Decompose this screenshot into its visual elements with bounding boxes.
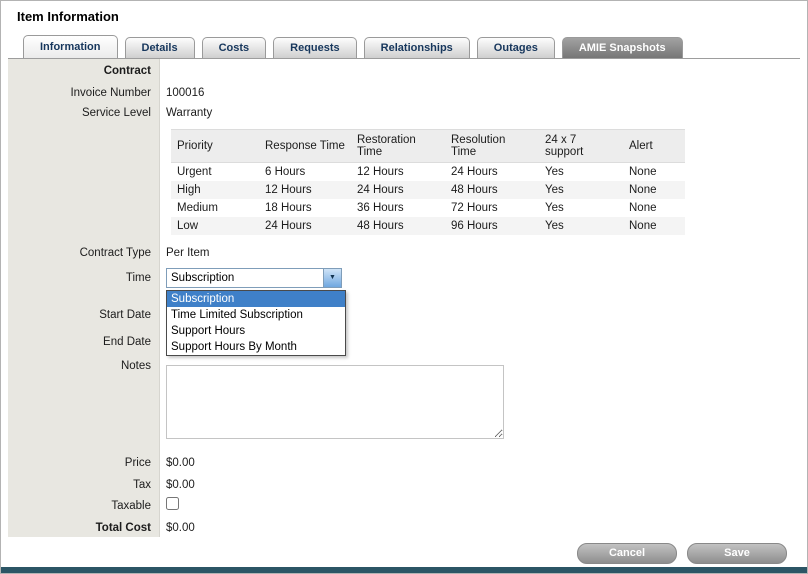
tab-bar: Information Details Costs Requests Relat… bbox=[1, 33, 807, 58]
sla-cell: High bbox=[171, 181, 259, 199]
total-cost-value: $0.00 bbox=[166, 522, 195, 534]
tax-value: $0.00 bbox=[166, 479, 195, 491]
sla-cell: 12 Hours bbox=[259, 181, 351, 199]
price-value: $0.00 bbox=[166, 457, 195, 469]
sla-header: Response Time bbox=[259, 130, 351, 163]
contract-type-label: Contract Type bbox=[8, 247, 151, 259]
footer-bar: Cancel Save bbox=[1, 537, 807, 569]
sla-cell: Low bbox=[171, 217, 259, 235]
sla-cell: 72 Hours bbox=[445, 199, 539, 217]
dropdown-option-support-hours-by-month[interactable]: Support Hours By Month bbox=[167, 339, 345, 355]
sla-header: Alert bbox=[623, 130, 685, 163]
sla-header: 24 x 7 support bbox=[539, 130, 623, 163]
title-bar: Item Information bbox=[1, 1, 807, 33]
sla-cell: None bbox=[623, 199, 685, 217]
sla-header: Restoration Time bbox=[351, 130, 445, 163]
sla-cell: None bbox=[623, 163, 685, 182]
tax-label: Tax bbox=[8, 479, 151, 491]
cancel-button[interactable]: Cancel bbox=[577, 543, 677, 564]
sla-cell: 24 Hours bbox=[445, 163, 539, 182]
sla-cell: 96 Hours bbox=[445, 217, 539, 235]
sla-row: High 12 Hours 24 Hours 48 Hours Yes None bbox=[171, 181, 685, 199]
tab-costs[interactable]: Costs bbox=[202, 37, 267, 58]
section-header-contract: Contract bbox=[8, 65, 151, 77]
sla-cell: 48 Hours bbox=[445, 181, 539, 199]
time-select-value: Subscription bbox=[171, 269, 234, 287]
time-select-dropdown: Subscription Time Limited Subscription S… bbox=[166, 290, 346, 356]
save-button[interactable]: Save bbox=[687, 543, 787, 564]
tab-information[interactable]: Information bbox=[23, 35, 118, 58]
sla-cell: 24 Hours bbox=[259, 217, 351, 235]
sla-row: Urgent 6 Hours 12 Hours 24 Hours Yes Non… bbox=[171, 163, 685, 182]
sla-header-row: Priority Response Time Restoration Time … bbox=[171, 130, 685, 163]
time-select[interactable]: Subscription ▼ bbox=[166, 268, 342, 288]
chevron-down-icon[interactable]: ▼ bbox=[323, 269, 341, 287]
sla-cell: None bbox=[623, 181, 685, 199]
taxable-label: Taxable bbox=[8, 500, 151, 512]
sla-cell: 36 Hours bbox=[351, 199, 445, 217]
sla-cell: 12 Hours bbox=[351, 163, 445, 182]
notes-label: Notes bbox=[8, 360, 151, 372]
end-date-label: End Date bbox=[8, 336, 151, 348]
sla-cell: Urgent bbox=[171, 163, 259, 182]
dropdown-option-time-limited-subscription[interactable]: Time Limited Subscription bbox=[167, 307, 345, 323]
tab-relationships[interactable]: Relationships bbox=[364, 37, 470, 58]
sla-cell: Medium bbox=[171, 199, 259, 217]
start-date-label: Start Date bbox=[8, 309, 151, 321]
total-cost-label: Total Cost bbox=[8, 522, 151, 534]
tab-amie-snapshots[interactable]: AMIE Snapshots bbox=[562, 37, 683, 58]
sla-row: Low 24 Hours 48 Hours 96 Hours Yes None bbox=[171, 217, 685, 235]
taxable-checkbox[interactable] bbox=[166, 497, 179, 510]
sla-cell: None bbox=[623, 217, 685, 235]
sla-header: Resolution Time bbox=[445, 130, 539, 163]
invoice-number-value: 100016 bbox=[166, 87, 204, 99]
time-label: Time bbox=[8, 272, 151, 284]
contract-type-value: Per Item bbox=[166, 247, 209, 259]
page-title: Item Information bbox=[17, 9, 119, 24]
sla-cell: 48 Hours bbox=[351, 217, 445, 235]
form-panel: Contract Invoice Number 100016 Service L… bbox=[8, 58, 800, 538]
sla-cell: Yes bbox=[539, 163, 623, 182]
sla-row: Medium 18 Hours 36 Hours 72 Hours Yes No… bbox=[171, 199, 685, 217]
notes-textarea[interactable] bbox=[166, 365, 504, 439]
bottom-accent-bar bbox=[1, 567, 807, 573]
item-information-window: Item Information Information Details Cos… bbox=[0, 0, 808, 574]
sla-cell: Yes bbox=[539, 181, 623, 199]
invoice-number-label: Invoice Number bbox=[8, 87, 151, 99]
sla-header: Priority bbox=[171, 130, 259, 163]
sla-cell: Yes bbox=[539, 217, 623, 235]
sla-cell: Yes bbox=[539, 199, 623, 217]
service-level-label: Service Level bbox=[8, 107, 151, 119]
price-label: Price bbox=[8, 457, 151, 469]
sla-table: Priority Response Time Restoration Time … bbox=[171, 129, 685, 235]
sla-cell: 18 Hours bbox=[259, 199, 351, 217]
service-level-value: Warranty bbox=[166, 107, 212, 119]
dropdown-option-support-hours[interactable]: Support Hours bbox=[167, 323, 345, 339]
tab-requests[interactable]: Requests bbox=[273, 37, 357, 58]
tab-details[interactable]: Details bbox=[125, 37, 195, 58]
dropdown-option-subscription[interactable]: Subscription bbox=[167, 291, 345, 307]
sla-cell: 6 Hours bbox=[259, 163, 351, 182]
sla-cell: 24 Hours bbox=[351, 181, 445, 199]
tab-outages[interactable]: Outages bbox=[477, 37, 555, 58]
